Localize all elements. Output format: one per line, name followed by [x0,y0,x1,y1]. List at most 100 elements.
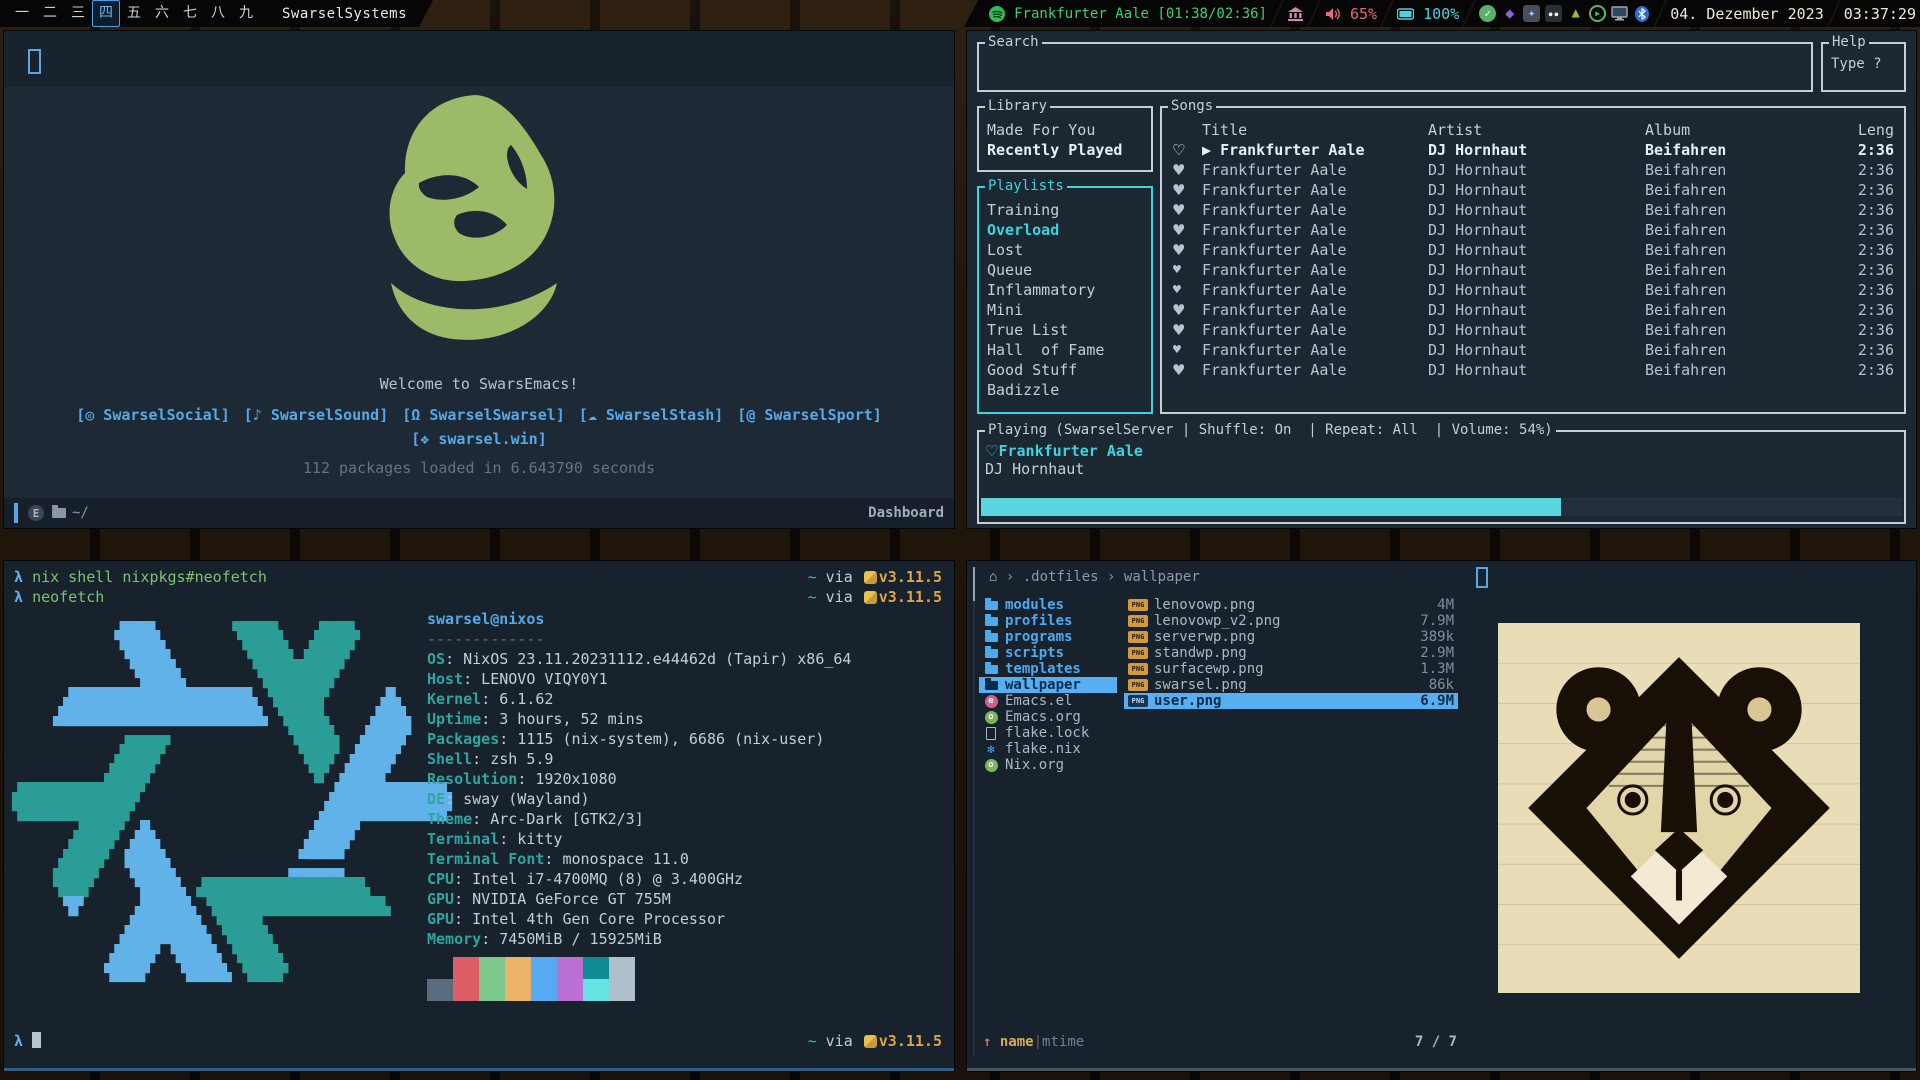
battery-level[interactable]: 100% [1423,5,1459,23]
volume-level[interactable]: 65% [1350,5,1377,23]
library-item-Made For You[interactable]: Made For You [979,120,1151,140]
song-row[interactable]: ♥Frankfurter AaleDJ HornhautBeifahren2:3… [1162,160,1904,180]
song-row[interactable]: ♥Frankfurter AaleDJ HornhautBeifahren2:3… [1162,360,1904,380]
file-row-lenovowp_v2.png[interactable]: PNGlenovowp_v2.png7.9M [1124,613,1458,629]
volume-icon[interactable] [1324,5,1341,22]
workspace-二[interactable]: 二 [36,1,64,26]
monitor-icon[interactable] [1611,5,1628,22]
search-input[interactable]: Search [977,42,1813,92]
file-row-serverwp.png[interactable]: PNGserverwp.png389k [1124,629,1458,645]
column-length[interactable]: Leng [1857,120,1894,140]
playlist-item-Lost[interactable]: Lost [979,240,1151,260]
playlist-item-True List[interactable]: True List [979,320,1151,340]
spotify-icon[interactable] [988,5,1005,22]
workspace-一[interactable]: 一 [8,1,36,26]
now-playing-text[interactable]: Frankfurter Aale [01:38/02:36] [1014,6,1267,22]
file-row-lenovowp.png[interactable]: PNGlenovowp.png4M [1124,597,1458,613]
sort-ascending-icon[interactable]: ↑ [983,1034,991,1050]
protonvpn-icon[interactable]: ◆ [1501,5,1518,22]
playlist-item-Hall of Fame[interactable]: Hall of Fame [979,340,1151,360]
sort-alt-key[interactable]: mtime [1042,1034,1084,1050]
file-row-flake.nix[interactable]: ✻flake.nix [979,741,1117,757]
song-row[interactable]: ♥Frankfurter AaleDJ HornhautBeifahren2:3… [1162,220,1904,240]
heart-icon[interactable]: ♥ [1172,240,1202,260]
terminal-prompt-line[interactable]: λ ~ via v3.11.5 [14,1031,942,1051]
song-row[interactable]: ♥Frankfurter AaleDJ HornhautBeifahren2:3… [1162,300,1904,320]
heart-icon[interactable]: ♥ [1172,160,1202,180]
heart-outline-icon[interactable]: ♡ [1172,140,1202,160]
progress-bar[interactable] [981,498,1902,516]
playlist-item-Overload[interactable]: Overload [979,220,1151,240]
battery-icon[interactable] [1397,5,1414,22]
workspace-九[interactable]: 九 [232,1,260,26]
scrollbar[interactable] [973,567,975,1057]
workspace-五[interactable]: 五 [120,1,148,26]
file-row-Emacs.el[interactable]: eEmacs.el [979,693,1117,709]
song-row[interactable]: ♥Frankfurter AaleDJ HornhautBeifahren2:3… [1162,180,1904,200]
workspace-四[interactable]: 四 [92,0,120,27]
breadcrumb-part[interactable]: .dotfiles [1023,569,1099,585]
dashboard-link-swarsel.win[interactable]: [❖ swarsel.win] [411,430,546,448]
playlist-item-Mini[interactable]: Mini [979,300,1151,320]
heart-icon[interactable]: ♥ [1172,180,1202,200]
playlist-item-Queue[interactable]: Queue [979,260,1151,280]
dashboard-link-SwarselSocial[interactable]: [◎ SwarselSocial] [76,406,230,424]
syncthing-icon[interactable]: ▶ [1589,5,1606,22]
dashboard-link-SwarselStash[interactable]: [☁ SwarselStash] [579,406,724,424]
playlist-item-Training[interactable]: Training [979,200,1151,220]
file-row-standwp.png[interactable]: PNGstandwp.png2.9M [1124,645,1458,661]
heart-icon[interactable]: ♥ [1172,340,1202,360]
bank-icon[interactable] [1287,5,1304,22]
heart-icon[interactable]: ♥ [1172,300,1202,320]
song-row[interactable]: ♥Frankfurter AaleDJ HornhautBeifahren2:3… [1162,240,1904,260]
column-artist[interactable]: Artist [1428,120,1645,140]
workspace-六[interactable]: 六 [148,1,176,26]
column-album[interactable]: Album [1645,120,1857,140]
song-row[interactable]: ♡▶ Frankfurter AaleDJ HornhautBeifahren2… [1162,140,1904,160]
file-row-Emacs.org[interactable]: oEmacs.org [979,709,1117,725]
heart-icon[interactable]: ♥ [1172,360,1202,380]
workspace-八[interactable]: 八 [204,1,232,26]
terminal-window[interactable]: λ nix shell nixpkgs#neofetch ~ via v3.11… [4,561,954,1071]
major-mode-label[interactable]: Dashboard [868,505,944,521]
file-row-Nix.org[interactable]: oNix.org [979,757,1117,773]
playlist-item-Inflammatory[interactable]: Inflammatory [979,280,1151,300]
workspace-七[interactable]: 七 [176,1,204,26]
dashboard-link-SwarselSwarsel[interactable]: [Ω SwarselSwarsel] [402,406,565,424]
workspace-三[interactable]: 三 [64,1,92,26]
playlist-item-Badizzle[interactable]: Badizzle [979,380,1151,400]
song-row[interactable]: ♥Frankfurter AaleDJ HornhautBeifahren2:3… [1162,260,1904,280]
file-row-profiles[interactable]: profiles [979,613,1117,629]
dashboard-link-SwarselSound[interactable]: [♪ SwarselSound] [244,406,389,424]
file-row-scripts[interactable]: scripts [979,645,1117,661]
file-row-modules[interactable]: modules [979,597,1117,613]
discord-icon[interactable] [1545,5,1562,22]
breadcrumb[interactable]: ⌂ › .dotfiles › wallpaper [989,569,1200,585]
file-row-wallpaper[interactable]: wallpaper [979,677,1117,693]
heart-icon[interactable]: ♥ [1172,320,1202,340]
file-row-swarsel.png[interactable]: PNGswarsel.png86k [1124,677,1458,693]
sort-key[interactable]: name [1000,1034,1034,1050]
file-row-templates[interactable]: templates [979,661,1117,677]
check-icon[interactable]: ✓ [1479,5,1496,22]
heart-icon[interactable]: ♡ [985,442,998,460]
heart-icon[interactable]: ♥ [1172,260,1202,280]
heart-icon[interactable]: ♥ [1172,220,1202,240]
playlist-item-Good Stuff[interactable]: Good Stuff [979,360,1151,380]
bluetooth-icon[interactable] [1633,5,1650,22]
column-title[interactable]: Title [1202,120,1428,140]
steam-icon[interactable]: ✦ [1523,5,1540,22]
buffer-path[interactable]: ~/ [72,505,89,521]
file-row-surfacewp.png[interactable]: PNGsurfacewp.png1.3M [1124,661,1458,677]
heart-icon[interactable]: ♥ [1172,280,1202,300]
song-row[interactable]: ♥Frankfurter AaleDJ HornhautBeifahren2:3… [1162,340,1904,360]
file-row-programs[interactable]: programs [979,629,1117,645]
dashboard-link-SwarselSport[interactable]: [@ SwarselSport] [737,406,882,424]
home-icon[interactable]: ⌂ [989,569,997,585]
heart-icon[interactable]: ♥ [1172,200,1202,220]
tent-icon[interactable]: ▲ [1567,5,1584,22]
breadcrumb-part[interactable]: wallpaper [1124,569,1200,585]
song-row[interactable]: ♥Frankfurter AaleDJ HornhautBeifahren2:3… [1162,280,1904,300]
song-row[interactable]: ♥Frankfurter AaleDJ HornhautBeifahren2:3… [1162,200,1904,220]
library-item-Recently Played[interactable]: Recently Played [979,140,1151,160]
